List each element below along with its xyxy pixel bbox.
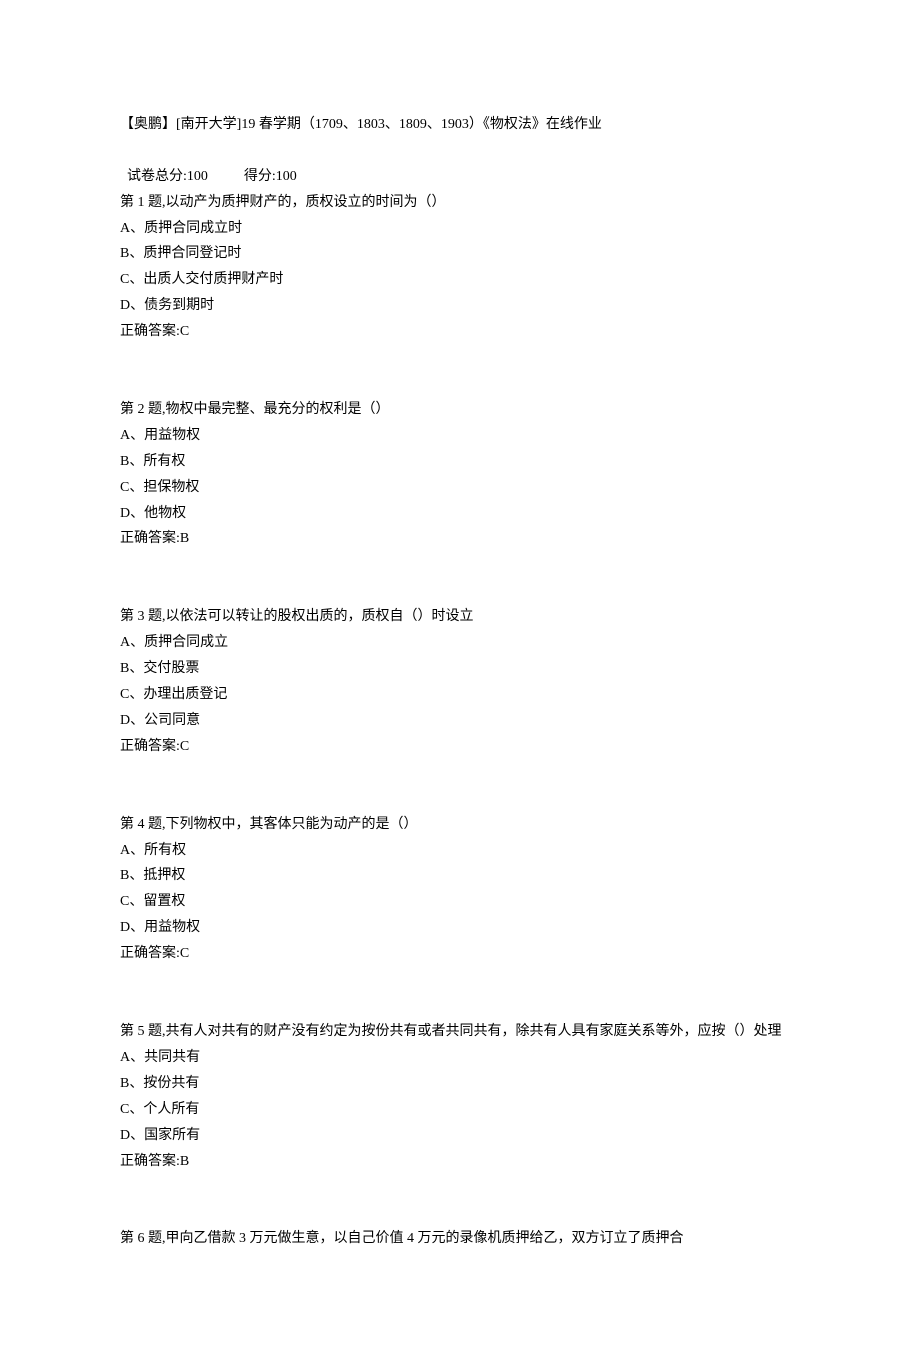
question-answer: 正确答案:C <box>120 734 800 760</box>
score-total: 试卷总分:100 <box>127 169 208 184</box>
question-2: 第 2 题,物权中最完整、最充分的权利是（） A、用益物权 B、所有权 C、担保… <box>120 397 800 552</box>
score-line: 试卷总分:100 得分:100 <box>120 138 800 190</box>
question-answer: 正确答案:B <box>120 1149 800 1175</box>
question-4: 第 4 题,下列物权中，其客体只能为动产的是（） A、所有权 B、抵押权 C、留… <box>120 812 800 967</box>
question-stem: 第 2 题,物权中最完整、最充分的权利是（） <box>120 397 800 423</box>
question-stem: 第 6 题,甲向乙借款 3 万元做生意，以自己价值 4 万元的录像机质押给乙，双… <box>120 1226 800 1252</box>
question-option: A、用益物权 <box>120 423 800 449</box>
question-option: D、用益物权 <box>120 915 800 941</box>
question-option: A、所有权 <box>120 838 800 864</box>
question-stem: 第 1 题,以动产为质押财产的，质权设立的时间为（） <box>120 190 800 216</box>
question-option: B、质押合同登记时 <box>120 241 800 267</box>
question-option: C、担保物权 <box>120 475 800 501</box>
question-option: B、按份共有 <box>120 1071 800 1097</box>
question-option: A、质押合同成立时 <box>120 216 800 242</box>
question-stem: 第 3 题,以依法可以转让的股权出质的，质权自（）时设立 <box>120 604 800 630</box>
question-answer: 正确答案:B <box>120 526 800 552</box>
question-option: D、国家所有 <box>120 1123 800 1149</box>
question-option: D、他物权 <box>120 501 800 527</box>
question-option: C、个人所有 <box>120 1097 800 1123</box>
question-6: 第 6 题,甲向乙借款 3 万元做生意，以自己价值 4 万元的录像机质押给乙，双… <box>120 1226 800 1252</box>
question-answer: 正确答案:C <box>120 941 800 967</box>
document-title: 【奥鹏】[南开大学]19 春学期（1709、1803、1809、1903）《物权… <box>120 112 800 138</box>
question-3: 第 3 题,以依法可以转让的股权出质的，质权自（）时设立 A、质押合同成立 B、… <box>120 604 800 759</box>
question-option: A、共同共有 <box>120 1045 800 1071</box>
question-option: C、出质人交付质押财产时 <box>120 267 800 293</box>
question-option: C、办理出质登记 <box>120 682 800 708</box>
question-stem: 第 5 题,共有人对共有的财产没有约定为按份共有或者共同共有，除共有人具有家庭关… <box>120 1019 800 1045</box>
question-option: C、留置权 <box>120 889 800 915</box>
question-answer: 正确答案:C <box>120 319 800 345</box>
question-option: B、抵押权 <box>120 863 800 889</box>
question-option: B、交付股票 <box>120 656 800 682</box>
score-obtained: 得分:100 <box>244 169 297 184</box>
question-5: 第 5 题,共有人对共有的财产没有约定为按份共有或者共同共有，除共有人具有家庭关… <box>120 1019 800 1174</box>
question-option: D、公司同意 <box>120 708 800 734</box>
question-stem: 第 4 题,下列物权中，其客体只能为动产的是（） <box>120 812 800 838</box>
question-1: 第 1 题,以动产为质押财产的，质权设立的时间为（） A、质押合同成立时 B、质… <box>120 190 800 345</box>
question-option: B、所有权 <box>120 449 800 475</box>
question-option: D、债务到期时 <box>120 293 800 319</box>
question-option: A、质押合同成立 <box>120 630 800 656</box>
